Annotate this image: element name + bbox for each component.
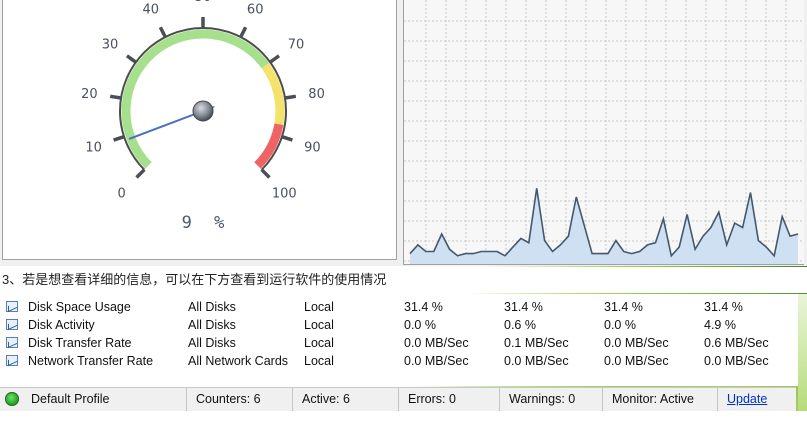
counter-value-3: 0.0 MB/Sec xyxy=(604,336,669,350)
gauge-scale-label: 0 xyxy=(118,186,126,201)
gauge-scale-label: 30 xyxy=(102,37,119,52)
gauge-scale-label: 50 xyxy=(195,0,212,5)
gauge: 0 10 20 30 40 50 60 70 80 90 100 9 % xyxy=(81,0,325,233)
history-graph-panel xyxy=(403,0,804,265)
gauge-tick xyxy=(239,26,248,38)
gauge-rim xyxy=(119,27,287,171)
gauge-tick xyxy=(260,168,271,179)
counter-value-4: 0.6 MB/Sec xyxy=(704,336,769,350)
gauge-tick xyxy=(284,94,297,100)
gauge-band-0 xyxy=(121,29,269,169)
counter-computer: Local xyxy=(304,336,334,350)
gauge-scale-label: 80 xyxy=(308,87,325,102)
status-monitor: Monitor: Active xyxy=(602,388,717,411)
counter-list: Disk Space Usage All Disks Local 31.4 % … xyxy=(0,294,798,386)
counter-value-3: 31.4 % xyxy=(604,300,643,314)
gauge-tick xyxy=(158,26,167,38)
status-bar: Default Profile Counters: 6 Active: 6 Er… xyxy=(0,387,796,412)
gauge-scale-label: 60 xyxy=(247,3,264,18)
counter-row-network-transfer-rate[interactable]: Network Transfer Rate All Network Cards … xyxy=(0,352,798,370)
gauge-tick xyxy=(269,54,281,64)
counter-value-4: 4.9 % xyxy=(704,318,736,332)
counter-value-3: 0.0 MB/Sec xyxy=(604,354,669,368)
gauge-panel: 0 10 20 30 40 50 60 70 80 90 100 9 % xyxy=(2,0,397,260)
gauge-tick xyxy=(125,54,137,64)
counter-name: Network Transfer Rate xyxy=(28,354,154,368)
gauge-band-2 xyxy=(254,123,284,169)
gauge-tick xyxy=(109,94,122,100)
gauge-tick xyxy=(113,134,125,142)
gauge-readout: 9 % xyxy=(182,213,225,233)
counter-instance: All Disks xyxy=(188,318,236,332)
counter-value-2: 31.4 % xyxy=(504,300,543,314)
gauge-unit: % xyxy=(214,213,224,233)
monitor-window-top: 0 10 20 30 40 50 60 70 80 90 100 9 % xyxy=(0,0,807,266)
status-profile[interactable]: Default Profile xyxy=(22,388,186,411)
chart-icon xyxy=(6,301,18,312)
gauge-needle xyxy=(128,110,204,140)
counter-value-2: 0.1 MB/Sec xyxy=(504,336,569,350)
counter-name: Disk Space Usage xyxy=(28,300,131,314)
counter-instance: All Disks xyxy=(188,300,236,314)
counter-row-disk-transfer-rate[interactable]: Disk Transfer Rate All Disks Local 0.0 M… xyxy=(0,334,798,352)
status-warnings: Warnings: 0 xyxy=(499,388,602,411)
status-errors: Errors: 0 xyxy=(398,388,499,411)
counter-instance: All Disks xyxy=(188,336,236,350)
counter-value-1: 31.4 % xyxy=(404,300,443,314)
gauge-scale-label: 40 xyxy=(143,3,160,18)
counter-name: Disk Transfer Rate xyxy=(28,336,132,350)
gauge-tick xyxy=(281,134,293,142)
gauge-hub xyxy=(192,100,214,122)
history-graph xyxy=(404,0,804,264)
gauge-scale-label: 100 xyxy=(272,186,297,201)
counter-value-2: 0.0 MB/Sec xyxy=(504,354,569,368)
counter-row-disk-space-usage[interactable]: Disk Space Usage All Disks Local 31.4 % … xyxy=(0,298,798,316)
gauge-scale-label: 10 xyxy=(85,141,102,156)
gauge-scale-label: 70 xyxy=(288,37,305,52)
article-caption: 3、若是想查看详细的信息，可以在下方查看到运行软件的使用情况 xyxy=(0,267,807,293)
counter-value-1: 0.0 MB/Sec xyxy=(404,336,469,350)
gauge-scale-label: 90 xyxy=(304,141,321,156)
gauge-value: 9 xyxy=(182,213,192,233)
wallpaper-edge xyxy=(798,294,807,411)
counter-value-1: 0.0 % xyxy=(404,318,436,332)
chart-icon xyxy=(6,355,18,366)
counter-computer: Local xyxy=(304,318,334,332)
counter-value-3: 0.0 % xyxy=(604,318,636,332)
counter-value-1: 0.0 MB/Sec xyxy=(404,354,469,368)
counter-computer: Local xyxy=(304,300,334,314)
counter-computer: Local xyxy=(304,354,334,368)
chart-icon xyxy=(6,337,18,348)
gauge-scale-label: 20 xyxy=(81,87,98,102)
counter-value-4: 0.0 MB/Sec xyxy=(704,354,769,368)
status-counters: Counters: 6 xyxy=(186,388,292,411)
gauge-tick xyxy=(135,168,146,179)
chart-icon xyxy=(6,319,18,330)
status-active: Active: 6 xyxy=(292,388,398,411)
status-update-cell: Update xyxy=(717,388,796,411)
counter-row-disk-activity[interactable]: Disk Activity All Disks Local 0.0 % 0.6 … xyxy=(0,316,798,334)
counter-value-4: 31.4 % xyxy=(704,300,743,314)
update-link[interactable]: Update xyxy=(727,392,767,406)
counter-instance: All Network Cards xyxy=(188,354,289,368)
status-indicator-icon xyxy=(5,392,19,406)
counter-name: Disk Activity xyxy=(28,318,95,332)
counter-value-2: 0.6 % xyxy=(504,318,536,332)
bottom-strip xyxy=(0,411,807,427)
